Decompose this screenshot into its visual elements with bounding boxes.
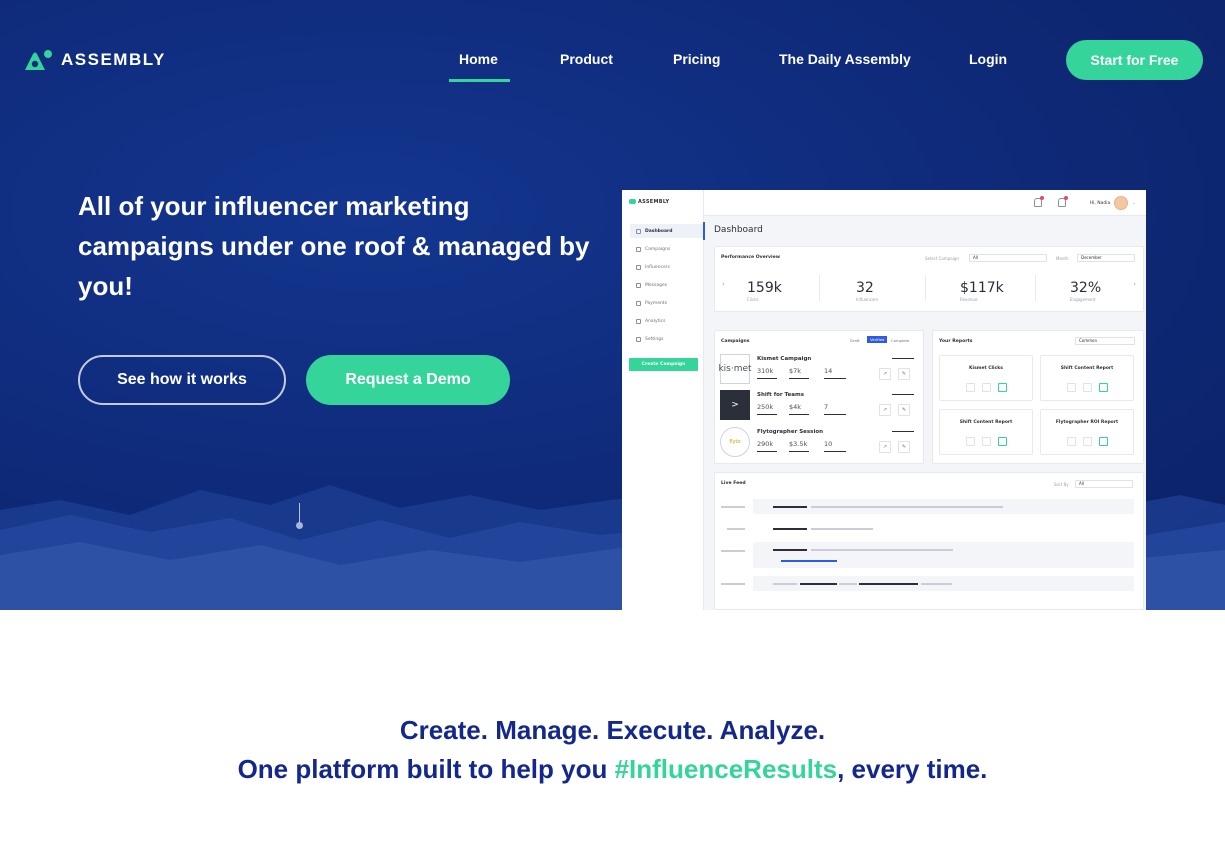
performance-card: Performance Overview Select Campaign All… <box>714 246 1144 312</box>
metric-revenue: $117k Revenue <box>960 280 1004 302</box>
campaign-name: Shift for Teams <box>757 392 804 398</box>
tagline: Create. Manage. Execute. Analyze. One pl… <box>0 711 1225 789</box>
flytographer-logo: flyto <box>720 427 750 457</box>
report-tile: Flytographer ROI Report <box>1040 409 1134 455</box>
month-label: Month <box>1056 256 1069 261</box>
nav-daily-assembly[interactable]: The Daily Assembly <box>779 51 911 67</box>
tab-draft: Draft <box>850 338 860 343</box>
dashboard-screenshot: ASSEMBLY Dashboard Campaigns Influencers… <box>622 190 1146 610</box>
select-campaign-label: Select Campaign <box>925 256 959 261</box>
brand-logo[interactable]: ASSEMBLY <box>23 48 166 72</box>
tagline-line1: Create. Manage. Execute. Analyze. <box>399 715 826 745</box>
dash-sidebar-item-analytics: Analytics <box>630 314 704 328</box>
campaign-influencers: 7 <box>824 403 829 411</box>
dash-create-campaign-button: Create Campaign <box>629 358 698 371</box>
bell-icon <box>1034 196 1044 207</box>
report-tile: Kismet Clicks <box>939 355 1033 401</box>
external-link-icon: ↗ <box>879 441 891 453</box>
campaign-name: Flytographer Session <box>757 429 824 435</box>
assembly-logo-icon <box>25 50 52 70</box>
live-feed-title: Live Feed <box>721 481 746 486</box>
external-link-icon: ↗ <box>879 404 891 416</box>
tagline-line2: One platform built to help you #Influenc… <box>237 754 988 784</box>
avatar <box>1114 196 1129 210</box>
report-tile: Shift Content Report <box>1040 355 1134 401</box>
tab-complete: Complete <box>891 338 910 343</box>
edit-icon: ✎ <box>898 404 910 416</box>
campaign-revenue: $4k <box>789 403 802 411</box>
chevron-left-icon: ‹ <box>722 280 725 288</box>
nav-pricing[interactable]: Pricing <box>673 51 720 67</box>
start-for-free-button[interactable]: Start for Free <box>1066 40 1203 80</box>
reports-title: Your Reports <box>939 339 973 344</box>
reports-filter: Common <box>1075 337 1135 345</box>
brand-name: ASSEMBLY <box>61 50 166 69</box>
select-campaign-value: All <box>969 254 1047 262</box>
campaign-revenue: $7k <box>789 367 802 375</box>
dash-topbar: Hi, Nadia ⌄ <box>704 190 1146 216</box>
metric-clicks: 159k Clicks <box>747 280 782 302</box>
campaign-name: Kismet Campaign <box>757 356 812 362</box>
feed-row <box>753 499 1134 514</box>
dash-sidebar: ASSEMBLY Dashboard Campaigns Influencers… <box>622 190 704 610</box>
dash-sidebar-item-campaigns: Campaigns <box>630 242 704 256</box>
nav-product[interactable]: Product <box>560 51 613 67</box>
dash-user: Hi, Nadia ⌄ <box>1090 196 1136 210</box>
dash-sidebar-item-settings: Settings <box>630 332 704 346</box>
hero-headline: All of your influencer marketing campaig… <box>78 191 590 301</box>
sort-by-label: Sort By <box>1054 482 1069 487</box>
campaign-row: kis·met Kismet Campaign 310k $7k 14 ↗ ✎ <box>718 354 920 388</box>
tagline-hashtag: #InfluenceResults <box>614 754 838 784</box>
dash-title-marker <box>703 222 705 240</box>
dash-page-title: Dashboard <box>714 225 763 235</box>
metric-influencers: 32 Influencers <box>856 280 879 302</box>
feed-row <box>753 576 1134 591</box>
campaign-clicks: 310k <box>757 367 774 375</box>
shift-logo: > <box>720 390 750 420</box>
see-how-it-works-button[interactable]: See how it works <box>78 355 286 405</box>
campaign-clicks: 250k <box>757 403 774 411</box>
edit-icon: ✎ <box>898 368 910 380</box>
feed-row <box>753 521 1134 536</box>
campaign-row: > Shift for Teams 250k $4k 7 ↗ ✎ <box>720 390 920 424</box>
metric-engagement: 32% Engagement <box>1070 280 1102 302</box>
dash-sidebar-item-messages: Messages <box>630 278 704 292</box>
nav-login[interactable]: Login <box>969 51 1007 67</box>
campaign-row: flyto Flytographer Session 290k $3.5k 10… <box>720 427 920 461</box>
external-link-icon: ↗ <box>879 368 891 380</box>
campaign-revenue: $3.5k <box>789 440 808 448</box>
performance-title: Performance Overview <box>721 255 780 260</box>
kismet-logo: kis·met <box>718 354 752 384</box>
campaign-influencers: 14 <box>824 367 833 375</box>
notification-icon <box>1058 196 1068 207</box>
dash-brand: ASSEMBLY <box>629 199 669 205</box>
campaigns-title: Campaigns <box>721 339 750 344</box>
nav-home[interactable]: Home <box>459 51 498 67</box>
edit-icon: ✎ <box>898 441 910 453</box>
hero-section: ASSEMBLY Home Product Pricing The Daily … <box>0 0 1225 610</box>
feed-row <box>753 542 1134 568</box>
campaign-clicks: 290k <box>757 440 774 448</box>
dash-sidebar-item-payments: Payments <box>630 296 704 310</box>
month-value: December <box>1077 254 1135 262</box>
chevron-right-icon: › <box>1133 280 1136 288</box>
dash-sidebar-item-dashboard: Dashboard <box>630 224 704 238</box>
nav-active-indicator <box>449 79 510 82</box>
tab-verified: Verified <box>867 336 888 343</box>
sort-by-value: All <box>1075 480 1133 488</box>
campaign-influencers: 10 <box>824 440 833 448</box>
dash-sidebar-item-influencers: Influencers <box>630 260 704 274</box>
request-demo-button[interactable]: Request a Demo <box>306 355 510 405</box>
report-tile: Shift Content Report <box>939 409 1033 455</box>
scroll-dot <box>296 522 303 529</box>
